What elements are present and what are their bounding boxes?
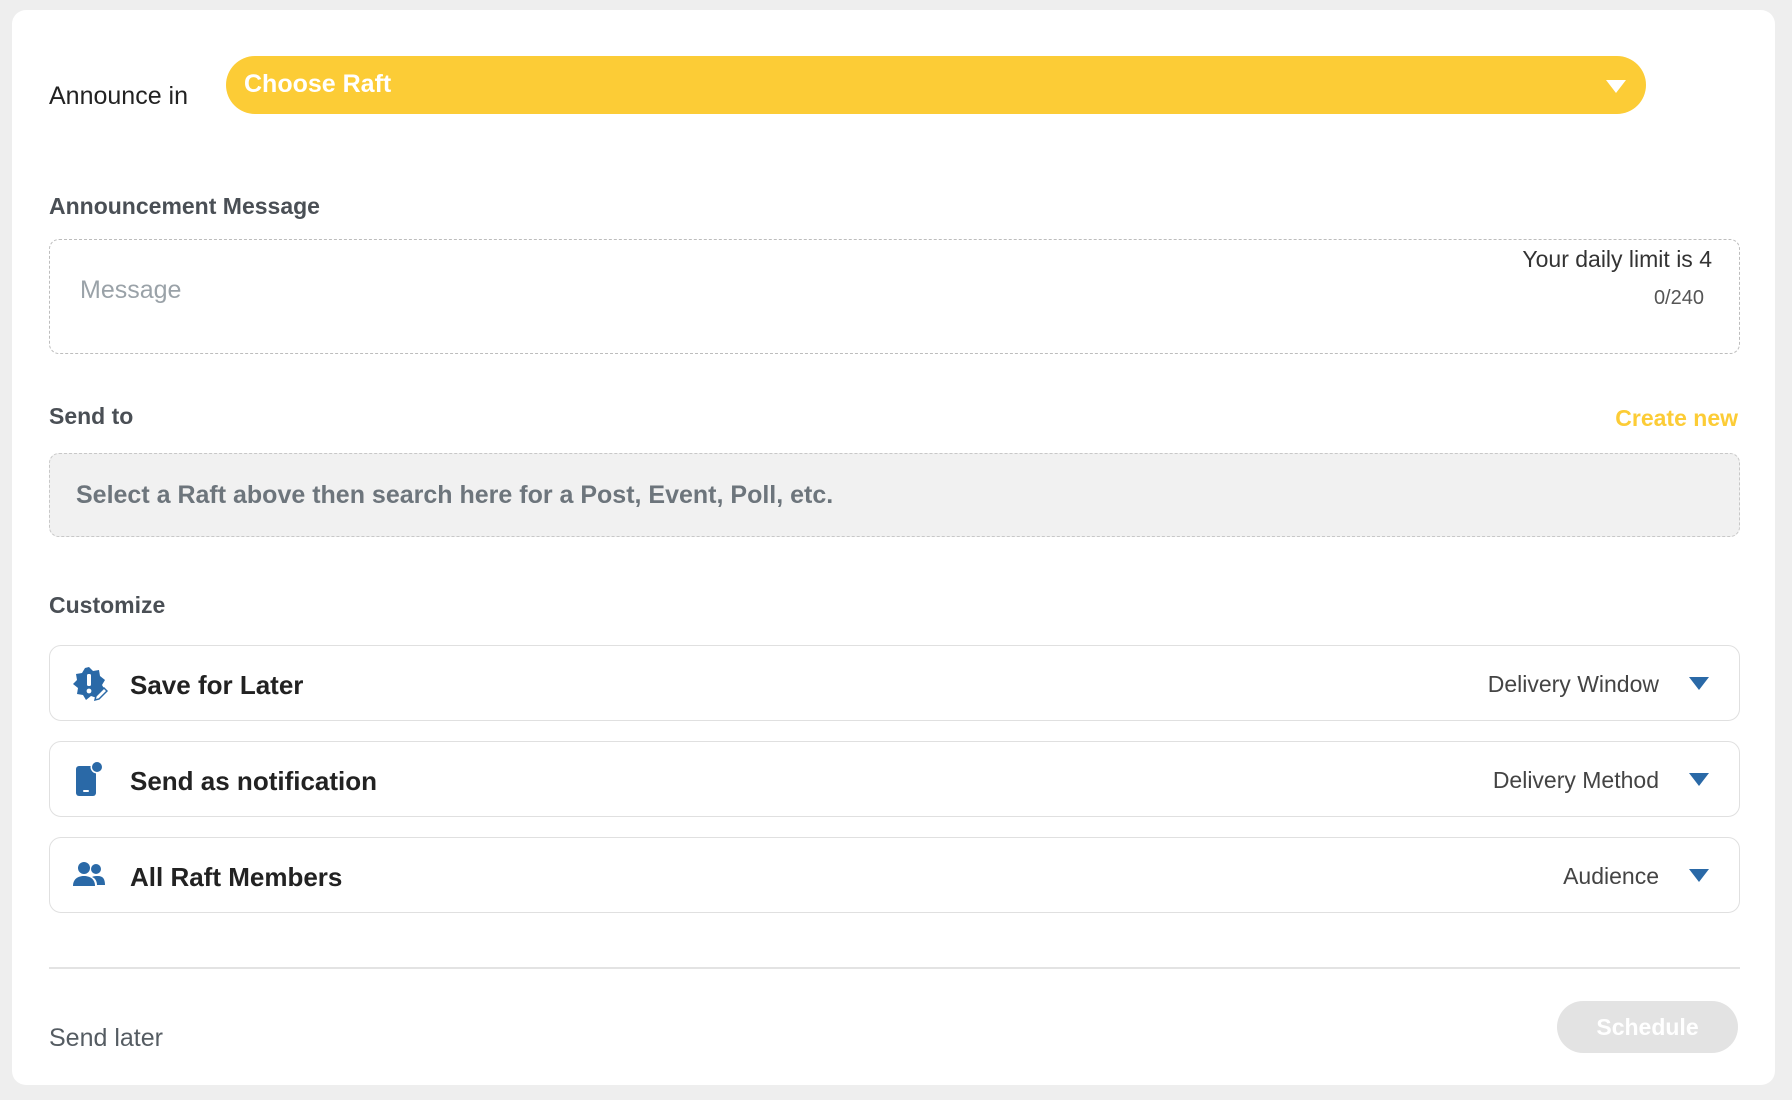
footer-divider	[49, 967, 1740, 969]
option-value: Delivery Window	[1487, 671, 1659, 697]
char-count: 0/240	[1653, 287, 1704, 309]
customize-title: Customize	[49, 592, 166, 618]
chevron-down-icon	[1606, 80, 1626, 93]
announce-in-label: Announce in	[49, 82, 189, 110]
badge-alert-icon	[70, 665, 109, 703]
phone-notification-icon	[70, 760, 108, 799]
chevron-down-icon	[1689, 869, 1709, 882]
people-icon	[70, 857, 108, 895]
send-to-search-box	[49, 453, 1740, 537]
send-to-title: Send to	[49, 403, 134, 429]
option-save-for-later[interactable]: Save for Later Delivery Window	[49, 645, 1740, 721]
option-label: Send as notification	[130, 766, 378, 796]
option-label: Save for Later	[130, 670, 304, 700]
message-input[interactable]	[80, 276, 1380, 316]
option-value: Delivery Method	[1492, 767, 1659, 793]
send-later-link[interactable]: Send later	[49, 1024, 163, 1053]
message-box: Your daily limit is 4 0/240	[49, 239, 1740, 354]
chevron-down-icon	[1689, 677, 1709, 690]
option-label: All Raft Members	[130, 862, 343, 892]
send-to-search-input[interactable]	[76, 476, 1676, 514]
create-new-link[interactable]: Create new	[1615, 405, 1738, 432]
announcement-message-title: Announcement Message	[49, 193, 320, 219]
announcement-card: Announce in Choose Raft Announcement Mes…	[12, 10, 1775, 1085]
option-value: Audience	[1563, 863, 1659, 889]
choose-raft-label: Choose Raft	[244, 70, 392, 98]
choose-raft-dropdown[interactable]: Choose Raft	[226, 56, 1646, 114]
chevron-down-icon	[1689, 773, 1709, 786]
schedule-button[interactable]: Schedule	[1557, 1001, 1738, 1053]
option-send-as-notification[interactable]: Send as notification Delivery Method	[49, 741, 1740, 817]
daily-limit-text: Your daily limit is 4	[1522, 246, 1712, 272]
option-all-raft-members[interactable]: All Raft Members Audience	[49, 837, 1740, 913]
